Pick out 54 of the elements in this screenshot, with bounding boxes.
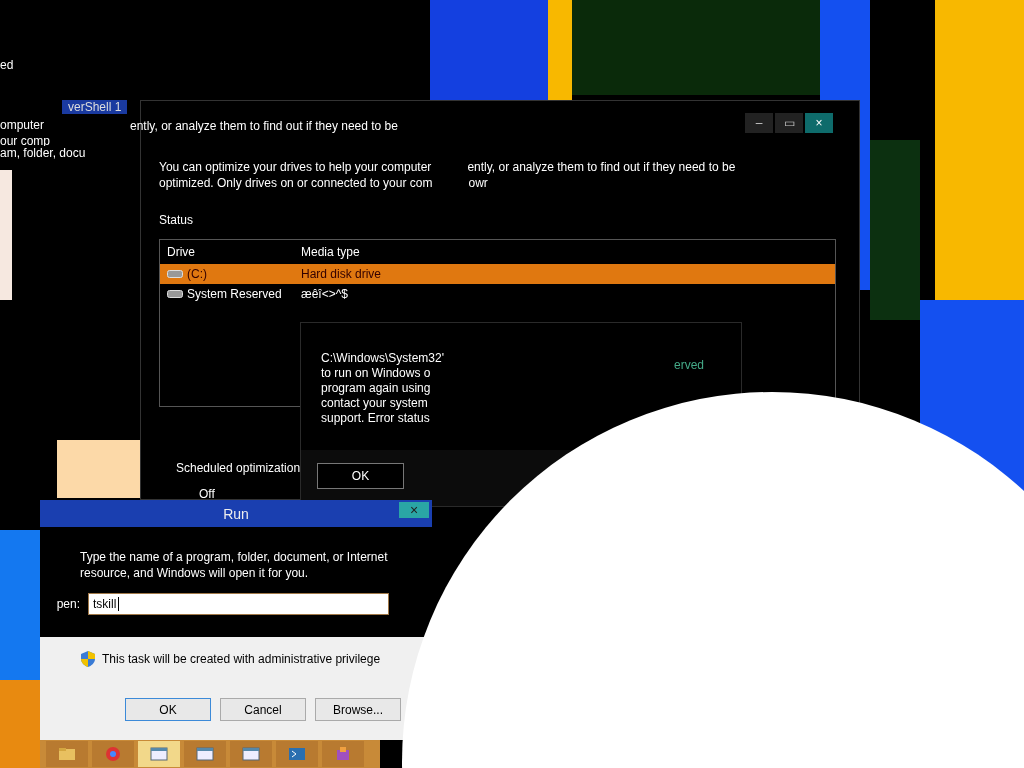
table-cell: System Reserved xyxy=(187,287,282,301)
section-label: Status xyxy=(159,213,195,227)
folder-icon xyxy=(58,747,76,761)
window-title: verShell 1 xyxy=(62,100,128,114)
taskbar-button[interactable] xyxy=(138,741,180,767)
schedule-value: Off xyxy=(199,487,216,501)
maximize-button[interactable]: ▭ xyxy=(775,113,803,133)
drive-icon xyxy=(167,289,183,299)
window-icon xyxy=(150,747,168,761)
text-fragment: ed xyxy=(0,58,14,72)
text-fragment: ently, or analyze them to find out if they need to be xyxy=(130,119,398,133)
close-button[interactable]: × xyxy=(399,502,429,518)
description-text: You can optimize your drives to help your computer xyxy=(159,159,432,175)
taskbar-button[interactable] xyxy=(230,741,272,767)
shield-icon xyxy=(80,650,96,668)
column-header[interactable]: Drive xyxy=(160,245,294,259)
drive-row[interactable]: (C:) Hard disk drive xyxy=(160,264,835,284)
table-cell-text: Hard disk drive xyxy=(300,267,383,281)
text-fragment: am, folder, docu xyxy=(0,146,86,160)
instruction-text: Type the name of a program, folder, document, or Internet resource, and Windows will open it for you. xyxy=(80,549,389,581)
field-label: pen: xyxy=(55,597,80,611)
error-message-line: C:\Windows\System32' xyxy=(321,351,444,366)
description-text: ently, or analyze them to find out if they need to be xyxy=(467,159,736,175)
dialog-button[interactable]: Browse... xyxy=(315,698,401,721)
ok-button[interactable]: OK xyxy=(317,463,404,489)
table-cell: (C:) xyxy=(187,267,207,281)
window-icon xyxy=(242,747,260,761)
dialog-button[interactable]: OK xyxy=(125,698,211,721)
minimize-button[interactable]: – xyxy=(745,113,773,133)
error-message-line: program again using xyxy=(321,381,431,396)
window-icon xyxy=(196,747,214,761)
text-fragment: erved xyxy=(674,358,705,372)
circle-icon xyxy=(105,746,121,762)
description-text: optimized. Only drives on or connected to your com xyxy=(159,175,433,191)
column-header[interactable]: Media type xyxy=(294,245,435,259)
close-button[interactable]: × xyxy=(805,113,833,133)
drive-icon xyxy=(167,269,183,279)
taskbar-button[interactable] xyxy=(46,741,88,767)
open-input-field[interactable]: tskill xyxy=(88,593,389,615)
error-message-line: support. Error status xyxy=(321,411,430,426)
section-label: Scheduled optimization xyxy=(176,461,302,475)
box-icon xyxy=(335,746,351,762)
error-message-line: to run on Windows o xyxy=(321,366,431,381)
taskbar-button[interactable] xyxy=(322,741,364,767)
table-cell-text: æêî<>^$ xyxy=(300,287,349,301)
dialog-button[interactable]: Cancel xyxy=(220,698,306,721)
admin-note: This task will be created with administrative privilege xyxy=(102,652,381,666)
text-fragment: omputer xyxy=(0,118,45,132)
console-icon xyxy=(288,747,306,761)
drive-row[interactable]: System Reserved æêî<>^$ xyxy=(160,284,835,304)
error-message-line: contact your system xyxy=(321,396,428,411)
taskbar-button[interactable] xyxy=(184,741,226,767)
description-text: owr xyxy=(468,175,488,191)
window-title: Run xyxy=(223,505,249,522)
